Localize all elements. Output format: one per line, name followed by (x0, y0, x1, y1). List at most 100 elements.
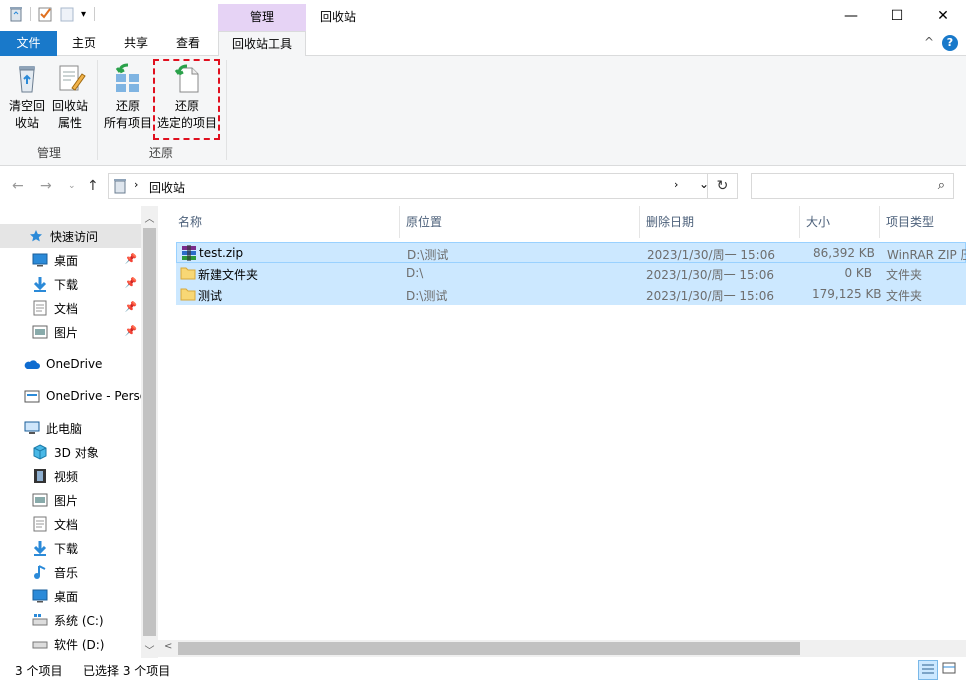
pin-icon: 📌 (124, 278, 137, 289)
nav-documents[interactable]: 文档 📌 (0, 296, 141, 320)
scroll-left-chevron-icon[interactable]: < (164, 641, 172, 652)
properties-label-1: 回收站 (51, 99, 88, 113)
restore-all-items-button[interactable]: 还原 所有项目 (102, 62, 154, 132)
tab-share[interactable]: 共享 (112, 31, 160, 56)
desktop-icon (32, 252, 48, 268)
nav-label: 文档 (54, 517, 79, 532)
ribbon-group-divider-2 (226, 60, 227, 160)
scrollbar-thumb[interactable] (178, 642, 800, 655)
scrollbar-thumb[interactable] (143, 228, 156, 636)
onedrive-folder-icon (24, 388, 40, 404)
nav-desktop[interactable]: 桌面 📌 (0, 248, 141, 272)
file-deleted-date: 2023/1/30/周一 15:06 (647, 248, 775, 262)
up-arrow-icon[interactable]: ↑ (87, 178, 99, 194)
system-drive-icon (32, 612, 48, 628)
file-type: 文件夹 (886, 289, 923, 303)
tab-home[interactable]: 主页 (60, 31, 108, 56)
help-icon[interactable]: ? (942, 35, 958, 51)
column-header-name[interactable]: 名称 (172, 206, 400, 238)
address-bar[interactable]: › 回收站 ⌄ › (108, 173, 709, 199)
nav-pictures-pc[interactable]: 图片 (0, 488, 141, 512)
nav-label: 视频 (54, 469, 79, 484)
large-icons-view-button[interactable] (940, 660, 960, 680)
refresh-button[interactable]: ↻ (708, 173, 738, 199)
nav-this-pc[interactable]: 此电脑 (0, 416, 141, 440)
minimize-button[interactable]: — (828, 0, 874, 31)
column-header-deleted[interactable]: 删除日期 (640, 206, 800, 238)
nav-label: 图片 (54, 325, 79, 340)
maximize-button[interactable]: ☐ (874, 0, 920, 31)
restore-selected-highlight-annotation (153, 59, 220, 140)
nav-label: 3D 对象 (54, 445, 99, 460)
desktop-icon (32, 588, 48, 604)
file-type: 文件夹 (886, 268, 923, 282)
drive-icon (32, 636, 48, 652)
tab-file[interactable]: 文件 (0, 31, 57, 56)
nav-label: 图片 (54, 493, 79, 508)
empty-bin-icon (11, 62, 43, 94)
table-row[interactable]: test.zip D:\测试 2023/1/30/周一 15:06 86,392… (176, 242, 966, 263)
nav-quick-access[interactable]: 快速访问 (0, 224, 141, 248)
recent-locations-chevron-icon[interactable]: ⌄ (68, 181, 76, 191)
nav-onedrive[interactable]: OneDrive (0, 352, 141, 376)
group-label-restore: 还原 (149, 146, 174, 160)
tab-recycle-bin-tools[interactable]: 回收站工具 (218, 31, 306, 57)
item-count: 3 个项目 (15, 664, 63, 678)
search-input[interactable]: ⌕ (751, 173, 954, 199)
scroll-down-chevron-icon[interactable]: ﹀ (141, 642, 158, 657)
file-name: test.zip (199, 246, 244, 260)
computer-icon (24, 420, 40, 436)
column-header-size[interactable]: 大小 (800, 206, 880, 238)
nav-3d-objects[interactable]: 3D 对象 (0, 440, 141, 464)
ribbon-collapse-chevron-icon[interactable]: ^ (924, 35, 934, 51)
file-type: WinRAR ZIP 压 (887, 248, 966, 262)
close-button[interactable]: ✕ (920, 0, 966, 31)
table-row[interactable]: 测试 D:\测试 2023/1/30/周一 15:06 179,125 KB 文… (176, 284, 966, 305)
back-arrow-icon[interactable]: ← (12, 178, 24, 194)
nav-label: 下载 (54, 277, 79, 292)
folder-icon (180, 287, 196, 304)
details-view-button[interactable] (918, 660, 938, 680)
pin-icon: 📌 (124, 302, 137, 313)
folder-icon (180, 266, 196, 283)
column-header-origin[interactable]: 原位置 (400, 206, 640, 238)
nav-drive-c[interactable]: 系统 (C:) (0, 608, 141, 632)
nav-pane-scrollbar[interactable]: ︿ ﹀ (141, 206, 158, 658)
nav-downloads-pc[interactable]: 下载 (0, 536, 141, 560)
nav-label: 快速访问 (50, 229, 99, 244)
navigation-pane: 快速访问 桌面 📌 下载 📌 文档 📌 图片 📌 OneDrive OneDri… (0, 206, 158, 658)
nav-pictures[interactable]: 图片 📌 (0, 320, 141, 344)
nav-documents-pc[interactable]: 文档 (0, 512, 141, 536)
nav-videos[interactable]: 视频 (0, 464, 141, 488)
file-deleted-date: 2023/1/30/周一 15:06 (646, 289, 774, 303)
nav-drive-d[interactable]: 软件 (D:) (0, 632, 141, 656)
empty-recycle-bin-button[interactable]: 清空回 收站 (6, 62, 48, 132)
details-view-icon (922, 664, 934, 674)
breadcrumb-chevron-icon[interactable]: › (134, 178, 138, 191)
restore-all-label-1: 还原 (115, 99, 140, 113)
nav-label: 软件 (D:) (54, 637, 105, 652)
nav-label: 桌面 (54, 253, 79, 268)
qat-customize-chevron-icon[interactable]: ▾ (81, 9, 86, 20)
table-row[interactable]: 新建文件夹 D:\ 2023/1/30/周一 15:06 0 KB 文件夹 (176, 263, 966, 284)
nav-downloads[interactable]: 下载 📌 (0, 272, 141, 296)
nav-desktop-pc[interactable]: 桌面 (0, 584, 141, 608)
large-icons-view-icon (942, 662, 956, 674)
tab-view[interactable]: 查看 (164, 31, 212, 56)
file-size: 179,125 KB (812, 287, 882, 301)
column-header-type[interactable]: 项目类型 (880, 206, 966, 238)
pictures-icon (32, 324, 48, 340)
nav-music[interactable]: 音乐 (0, 560, 141, 584)
new-folder-qat-icon[interactable] (59, 6, 75, 22)
file-list-horizontal-scrollbar[interactable]: < (158, 640, 966, 657)
nav-label: 桌面 (54, 589, 79, 604)
nav-onedrive-personal[interactable]: OneDrive - Perso (0, 384, 141, 408)
properties-qat-icon[interactable] (37, 6, 53, 22)
restore-all-icon (112, 62, 144, 94)
file-list: 名称 原位置 删除日期 大小 项目类型 test.zip D:\测试 2023/… (158, 206, 966, 658)
scroll-up-chevron-icon[interactable]: ︿ (141, 210, 158, 225)
nav-label: 系统 (C:) (54, 613, 104, 628)
file-origin: D:\测试 (407, 248, 449, 262)
recycle-bin-properties-button[interactable]: 回收站 属性 (49, 62, 91, 132)
forward-arrow-icon[interactable]: → (40, 178, 52, 194)
